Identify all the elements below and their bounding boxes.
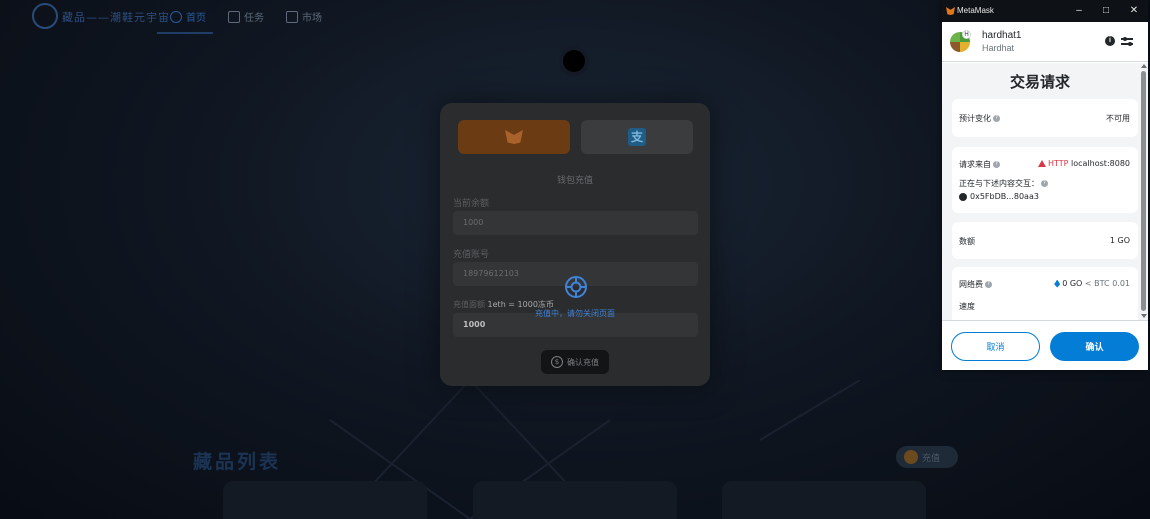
balance-field: 1000 — [453, 211, 698, 235]
collection-card[interactable] — [722, 481, 926, 519]
amount-label: 数额 — [959, 237, 975, 246]
metamask-window: MetaMask – □ ✕ H hardhat1 Hardhat i 交易请求… — [942, 0, 1148, 370]
modal-caption: 钱包充值 — [556, 176, 593, 186]
scroll-down-arrow-icon[interactable] — [1141, 314, 1147, 318]
settings-sliders-icon[interactable] — [1121, 35, 1133, 47]
recharge-pill-button[interactable]: 充值 — [896, 446, 958, 468]
request-origin-section: 请求来自? HTTP localhost:8080 正在与下述内容交互：? 0x… — [952, 147, 1138, 213]
minimize-button[interactable]: – — [1070, 3, 1088, 19]
coin-icon: $ — [551, 356, 563, 368]
edit-gas-icon — [1054, 279, 1061, 288]
tab-alipay[interactable]: 支 — [581, 120, 693, 154]
metamask-fox-icon — [946, 7, 955, 15]
nav-item-label: 市场 — [302, 13, 322, 24]
nav-active-indicator — [157, 32, 213, 34]
loading-spinner-icon — [565, 276, 587, 298]
network-fee-label: 网络费? — [959, 279, 992, 290]
home-icon — [170, 10, 182, 23]
confirm-recharge-button[interactable]: $ 确认充值 — [541, 350, 609, 374]
metamask-fox-icon — [904, 450, 918, 464]
request-from-label: 请求来自? — [959, 159, 1000, 170]
help-icon[interactable]: ? — [985, 281, 992, 288]
account-label: 充值账号 — [453, 250, 490, 260]
amount-section: 数额 1 GO — [952, 222, 1138, 259]
brand-name: 藏品——潮鞋元宇宙 — [62, 11, 170, 24]
recharge-pill-label: 充值 — [922, 453, 941, 464]
tab-metamask[interactable] — [458, 120, 570, 154]
account-name[interactable]: hardhat1 — [982, 30, 1021, 41]
info-icon[interactable]: i — [1105, 36, 1115, 46]
network-fee-fiat: < BTC 0.01 — [1084, 279, 1130, 288]
scrollbar-thumb[interactable] — [1141, 71, 1146, 311]
collection-card[interactable] — [223, 481, 427, 519]
scrollbar[interactable] — [1140, 63, 1148, 320]
page-title: 交易请求 — [1009, 73, 1070, 91]
interacting-with-label: 正在与下述内容交互：? — [959, 178, 1048, 189]
speed-label: 速度 — [959, 302, 975, 311]
action-footer: 取消 确认 — [942, 320, 1148, 370]
cancel-button[interactable]: 取消 — [951, 332, 1040, 361]
window-titlebar[interactable]: MetaMask – □ ✕ — [942, 0, 1148, 22]
amount-value: 1 GO — [1109, 236, 1130, 245]
alipay-icon: 支 — [628, 128, 646, 146]
nav-item-home[interactable]: 首页 — [170, 9, 206, 24]
hero-decoration — [563, 50, 585, 72]
network-badge: H — [962, 30, 971, 39]
balance-label: 当前余额 — [453, 199, 490, 209]
origin-info: HTTP localhost:8080 — [1038, 159, 1130, 168]
http-warning-badge: HTTP — [1038, 159, 1068, 168]
loading-message: 充值中，请勿关闭页面 — [535, 309, 615, 318]
close-button[interactable]: ✕ — [1125, 3, 1143, 19]
warning-icon — [1038, 160, 1046, 167]
contract-address[interactable]: 0x5FbDB...80aa3 — [959, 192, 1039, 201]
metamask-fox-icon — [505, 130, 523, 144]
nav-item-label: 首页 — [186, 13, 206, 24]
account-header: H hardhat1 Hardhat i — [942, 22, 1148, 62]
confirm-recharge-label: 确认充值 — [567, 357, 599, 367]
scroll-up-arrow-icon[interactable] — [1141, 64, 1147, 68]
origin-host: localhost:8080 — [1071, 159, 1130, 168]
market-icon — [286, 10, 298, 23]
help-icon[interactable]: ? — [993, 161, 1000, 168]
recharge-modal: 支 钱包充值 当前余额 1000 充值账号 18979612103 充值面额 1… — [440, 103, 710, 386]
maximize-button[interactable]: □ — [1097, 3, 1115, 19]
transaction-details: 交易请求 预计变化? 不可用 请求来自? HTTP localhost:8080… — [942, 63, 1148, 320]
collections-title: 藏品列表 — [193, 451, 282, 473]
window-title: MetaMask — [957, 6, 994, 15]
estimated-changes-section: 预计变化? 不可用 — [952, 99, 1138, 137]
collection-card[interactable] — [473, 481, 677, 519]
brand-logo-icon[interactable] — [32, 3, 58, 29]
task-icon — [228, 10, 240, 23]
nav-item-market[interactable]: 市场 — [286, 9, 322, 24]
estimated-changes-label: 预计变化? — [959, 113, 1000, 124]
help-icon[interactable]: ? — [1041, 180, 1048, 187]
network-name: Hardhat — [982, 43, 1015, 53]
help-icon[interactable]: ? — [993, 115, 1000, 122]
nav-item-tasks[interactable]: 任务 — [228, 9, 264, 24]
estimated-changes-value: 不可用 — [1106, 114, 1130, 123]
network-fee-value[interactable]: 0 GO < BTC 0.01 — [1054, 279, 1130, 288]
network-fee-section: 网络费? 0 GO < BTC 0.01 速度 — [952, 267, 1138, 320]
nav-item-label: 任务 — [244, 13, 264, 24]
confirm-button[interactable]: 确认 — [1050, 332, 1139, 361]
contract-avatar-icon — [959, 192, 967, 201]
